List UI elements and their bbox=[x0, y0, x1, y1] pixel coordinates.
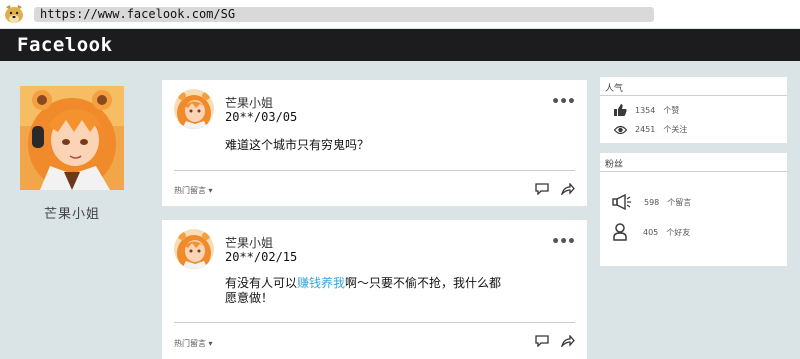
share-icon[interactable] bbox=[561, 335, 575, 347]
comments-stat: 598 个留言 bbox=[612, 194, 691, 210]
post-text-highlight[interactable]: 赚钱养我 bbox=[297, 276, 345, 290]
post-text: 难道这个城市只有穷鬼吗？ bbox=[225, 138, 525, 153]
hot-comments-dropdown[interactable]: 热门留言 ▾ bbox=[174, 338, 213, 349]
more-options-icon[interactable]: ••• bbox=[551, 234, 576, 250]
post-text-after: 啊～只要不偷不抢，我什么都 bbox=[345, 276, 502, 290]
post-author[interactable]: 芒果小姐 bbox=[225, 234, 273, 251]
post-divider bbox=[174, 322, 575, 323]
post-author[interactable]: 芒果小姐 bbox=[225, 94, 273, 111]
comments-count: 598 bbox=[644, 197, 660, 207]
post-author-avatar[interactable] bbox=[174, 89, 214, 129]
friends-unit: 个好友 bbox=[666, 227, 691, 237]
person-icon bbox=[613, 223, 627, 241]
post-text: 有没有人可以赚钱养我啊～只要不偷不抢，我什么都 愿意做！ bbox=[225, 276, 525, 306]
site-logo[interactable]: Facelook bbox=[17, 34, 113, 56]
doge-favicon-icon bbox=[3, 3, 25, 25]
follows-stat: 2451 个关注 bbox=[614, 124, 687, 135]
site-header: Facelook bbox=[0, 29, 800, 61]
follows-count: 2451 bbox=[635, 125, 656, 134]
comments-unit: 个留言 bbox=[667, 197, 692, 207]
post-author-avatar[interactable] bbox=[174, 229, 214, 269]
post-date: 20**/03/05 bbox=[225, 110, 298, 124]
eye-icon bbox=[614, 125, 627, 134]
popularity-widget: 人气 1354 个赞 2451 个关注 bbox=[600, 77, 787, 143]
megaphone-icon bbox=[612, 194, 631, 210]
browser-address-bar: https://www.facelook.com/SG bbox=[0, 0, 800, 28]
fans-widget: 粉丝 598 个留言 405 个好友 bbox=[600, 153, 787, 266]
widget-title: 人气 bbox=[605, 84, 624, 94]
profile-name: 芒果小姐 bbox=[43, 207, 100, 222]
widget-divider bbox=[600, 95, 787, 96]
friends-stat: 405 个好友 bbox=[613, 223, 690, 241]
comment-icon[interactable] bbox=[535, 335, 549, 347]
likes-stat: 1354 个赞 bbox=[614, 104, 679, 116]
post-actions bbox=[535, 335, 575, 347]
post-divider bbox=[174, 170, 575, 171]
post-text-content: 难道这个城市只有穷鬼吗？ bbox=[225, 138, 370, 152]
friends-count: 405 bbox=[643, 227, 659, 237]
profile-avatar[interactable] bbox=[20, 86, 124, 190]
post-card: 芒果小姐 20**/02/15 ••• 有没有人可以赚钱养我啊～只要不偷不抢，我… bbox=[162, 220, 587, 359]
post-card: 芒果小姐 20**/03/05 ••• 难道这个城市只有穷鬼吗？ 热门留言 ▾ bbox=[162, 80, 587, 206]
post-date: 20**/02/15 bbox=[225, 250, 298, 264]
likes-count: 1354 bbox=[635, 105, 656, 115]
post-text-before: 有没有人可以 bbox=[225, 276, 298, 290]
hot-comments-dropdown[interactable]: 热门留言 ▾ bbox=[174, 185, 213, 196]
post-actions bbox=[535, 183, 575, 195]
thumbs-up-icon bbox=[614, 104, 627, 116]
url-input[interactable]: https://www.facelook.com/SG bbox=[34, 7, 654, 22]
more-options-icon[interactable]: ••• bbox=[551, 94, 576, 110]
post-text-line2: 愿意做！ bbox=[225, 291, 274, 305]
widget-divider bbox=[600, 171, 787, 172]
widget-title: 粉丝 bbox=[605, 160, 624, 170]
share-icon[interactable] bbox=[561, 183, 575, 195]
follows-unit: 个关注 bbox=[663, 125, 688, 134]
comment-icon[interactable] bbox=[535, 183, 549, 195]
likes-unit: 个赞 bbox=[663, 105, 680, 115]
